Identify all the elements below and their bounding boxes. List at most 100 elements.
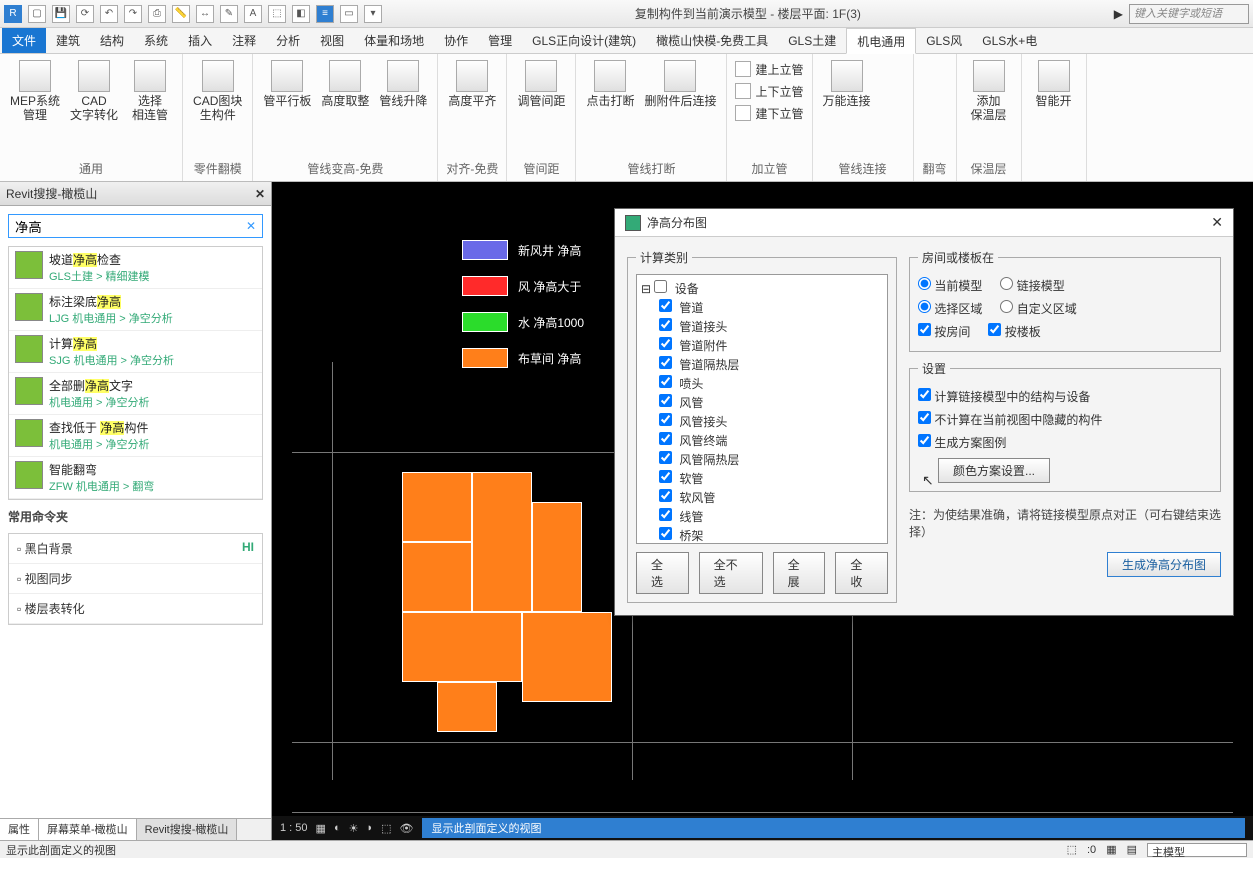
tab-gls-civil[interactable]: GLS土建 xyxy=(778,28,846,53)
tab-collab[interactable]: 协作 xyxy=(434,28,478,53)
radio-link-model[interactable]: 链接模型 xyxy=(1000,277,1064,294)
tab-properties[interactable]: 属性 xyxy=(0,819,39,840)
dim-icon[interactable]: ↔ xyxy=(196,5,214,23)
side-search-input[interactable] xyxy=(15,219,215,234)
ribbon-small-button[interactable]: 建上立管 xyxy=(735,58,803,80)
search-result-item[interactable]: 坡道净高检查GLS土建 > 精细建模 xyxy=(9,247,262,289)
tree-item[interactable]: 喷头 xyxy=(641,374,883,393)
tree-item[interactable]: 管道 xyxy=(641,298,883,317)
radio-current-model[interactable]: 当前模型 xyxy=(918,277,982,294)
ribbon-button[interactable]: 删附件后连接 xyxy=(642,58,718,110)
ribbon-small-button[interactable]: 上下立管 xyxy=(735,80,803,102)
command-item[interactable]: ▫ 黑白背景HI xyxy=(9,534,262,564)
visual-style-icon[interactable]: ◐ xyxy=(334,822,341,834)
ribbon-button[interactable]: 点击打断 xyxy=(584,58,636,110)
search-result-item[interactable]: 查找低于 净高构件机电通用 > 净空分析 xyxy=(9,415,262,457)
tab-system[interactable]: 系统 xyxy=(134,28,178,53)
close-views-icon[interactable]: ▭ xyxy=(340,5,358,23)
sync-icon[interactable]: ⟳ xyxy=(76,5,94,23)
tree-item[interactable]: 风管接头 xyxy=(641,412,883,431)
tree-root[interactable]: ⊟ 设备 xyxy=(641,279,883,298)
help-arrow-icon[interactable]: ▶ xyxy=(1114,7,1123,21)
redo-icon[interactable]: ↷ xyxy=(124,5,142,23)
tree-item[interactable]: 风管 xyxy=(641,393,883,412)
tree-item[interactable]: 管道隔热层 xyxy=(641,355,883,374)
tab-revit-search[interactable]: Revit搜搜-橄榄山 xyxy=(137,819,238,840)
tab-manage[interactable]: 管理 xyxy=(478,28,522,53)
tab-view[interactable]: 视图 xyxy=(310,28,354,53)
ribbon-button[interactable]: CAD文字转化 xyxy=(68,58,120,124)
tree-item[interactable]: 风管隔热层 xyxy=(641,450,883,469)
3d-icon[interactable]: ⬚ xyxy=(268,5,286,23)
print-icon[interactable]: ⎙ xyxy=(148,5,166,23)
ribbon-button[interactable]: 管平行板 xyxy=(261,58,313,110)
command-item[interactable]: ▫ 楼层表转化 xyxy=(9,594,262,624)
tab-analyze[interactable]: 分析 xyxy=(266,28,310,53)
tree-item[interactable]: 桥架 xyxy=(641,526,883,544)
tab-screen-menu[interactable]: 屏幕菜单-橄榄山 xyxy=(39,819,137,840)
tab-gls-water[interactable]: GLS水+电 xyxy=(972,28,1047,53)
ribbon-button[interactable]: 万能连接 xyxy=(821,58,873,128)
tree-item[interactable]: 管道附件 xyxy=(641,336,883,355)
checkbox-by-room[interactable]: 按房间 xyxy=(918,323,970,340)
section-icon[interactable]: ◧ xyxy=(292,5,310,23)
hide-icon[interactable]: 👁 xyxy=(400,822,414,835)
ribbon-small-icon[interactable] xyxy=(926,82,948,104)
tab-massing[interactable]: 体量和场地 xyxy=(354,28,434,53)
save-icon[interactable]: 💾 xyxy=(52,5,70,23)
generate-button[interactable]: 生成净高分布图 xyxy=(1107,552,1221,577)
shadow-icon[interactable]: ◗ xyxy=(366,822,373,834)
ribbon-button[interactable]: CAD图块生构件 xyxy=(191,58,244,124)
checkbox-calc-link[interactable]: 计算链接模型中的结构与设备 xyxy=(918,388,1090,405)
tab-structure[interactable]: 结构 xyxy=(90,28,134,53)
ribbon-small-icon[interactable] xyxy=(926,106,948,128)
select-all-button[interactable]: 全选 xyxy=(636,552,689,594)
select-none-button[interactable]: 全不选 xyxy=(699,552,763,594)
switch-icon[interactable]: ▾ xyxy=(364,5,382,23)
workset-icon[interactable]: ▤ xyxy=(1127,843,1137,856)
search-result-item[interactable]: 计算净高SJG 机电通用 > 净空分析 xyxy=(9,331,262,373)
ribbon-button[interactable]: 选择相连管 xyxy=(126,58,174,124)
ribbon-button[interactable]: 调管间距 xyxy=(515,58,567,110)
tab-insert[interactable]: 插入 xyxy=(178,28,222,53)
text-icon[interactable]: A xyxy=(244,5,262,23)
ribbon-button[interactable]: 高度平齐 xyxy=(446,58,498,110)
checkbox-exclude-hidden[interactable]: 不计算在当前视图中隐藏的构件 xyxy=(918,411,1102,428)
search-result-item[interactable]: 全部删净高文字机电通用 > 净空分析 xyxy=(9,373,262,415)
ribbon-small-button[interactable]: 建下立管 xyxy=(735,102,803,124)
crop-icon[interactable]: ⬚ xyxy=(381,822,391,835)
tab-annotate[interactable]: 注释 xyxy=(222,28,266,53)
ribbon-button[interactable]: 高度取整 xyxy=(319,58,371,110)
side-close-icon[interactable]: ✕ xyxy=(255,187,265,201)
tab-mep[interactable]: 机电通用 xyxy=(846,28,916,54)
ribbon-button[interactable]: 添加保温层 xyxy=(965,58,1013,124)
tab-gls-arch[interactable]: GLS正向设计(建筑) xyxy=(522,28,646,53)
category-tree[interactable]: ⊟ 设备 管道 管道接头 管道附件 管道隔热层 喷头 风管 风管接头 风管终端 … xyxy=(636,274,888,544)
sun-icon[interactable]: ☀ xyxy=(349,822,359,835)
search-result-item[interactable]: 智能翻弯ZFW 机电通用 > 翻弯 xyxy=(9,457,262,499)
ribbon-small-icon[interactable] xyxy=(883,106,905,128)
side-search-clear-icon[interactable]: ✕ xyxy=(246,219,256,233)
tab-building[interactable]: 建筑 xyxy=(46,28,90,53)
tree-item[interactable]: 软风管 xyxy=(641,488,883,507)
tab-gls-wind[interactable]: GLS风 xyxy=(916,28,972,53)
measure-icon[interactable]: 📏 xyxy=(172,5,190,23)
thin-lines-icon[interactable]: ≡ xyxy=(316,5,334,23)
open-icon[interactable]: ▢ xyxy=(28,5,46,23)
ribbon-button[interactable]: 管线升降 xyxy=(377,58,429,110)
help-search-input[interactable]: 键入关键字或短语 xyxy=(1129,4,1249,24)
detail-icon[interactable]: ▦ xyxy=(316,822,326,835)
ribbon-button[interactable]: 智能开 xyxy=(1030,58,1078,110)
filter-icon[interactable]: ▦ xyxy=(1106,843,1116,856)
radio-custom-region[interactable]: 自定义区域 xyxy=(1000,300,1076,317)
tab-file[interactable]: 文件 xyxy=(2,28,46,53)
tree-item[interactable]: 管道接头 xyxy=(641,317,883,336)
ribbon-small-icon[interactable] xyxy=(883,82,905,104)
ribbon-small-icon[interactable] xyxy=(883,58,905,80)
undo-icon[interactable]: ↶ xyxy=(100,5,118,23)
command-item[interactable]: ▫ 视图同步 xyxy=(9,564,262,594)
tree-item[interactable]: 软管 xyxy=(641,469,883,488)
tree-item[interactable]: 风管终端 xyxy=(641,431,883,450)
tab-olive[interactable]: 橄榄山快模-免费工具 xyxy=(646,28,778,53)
dialog-close-icon[interactable]: ✕ xyxy=(1211,214,1223,231)
